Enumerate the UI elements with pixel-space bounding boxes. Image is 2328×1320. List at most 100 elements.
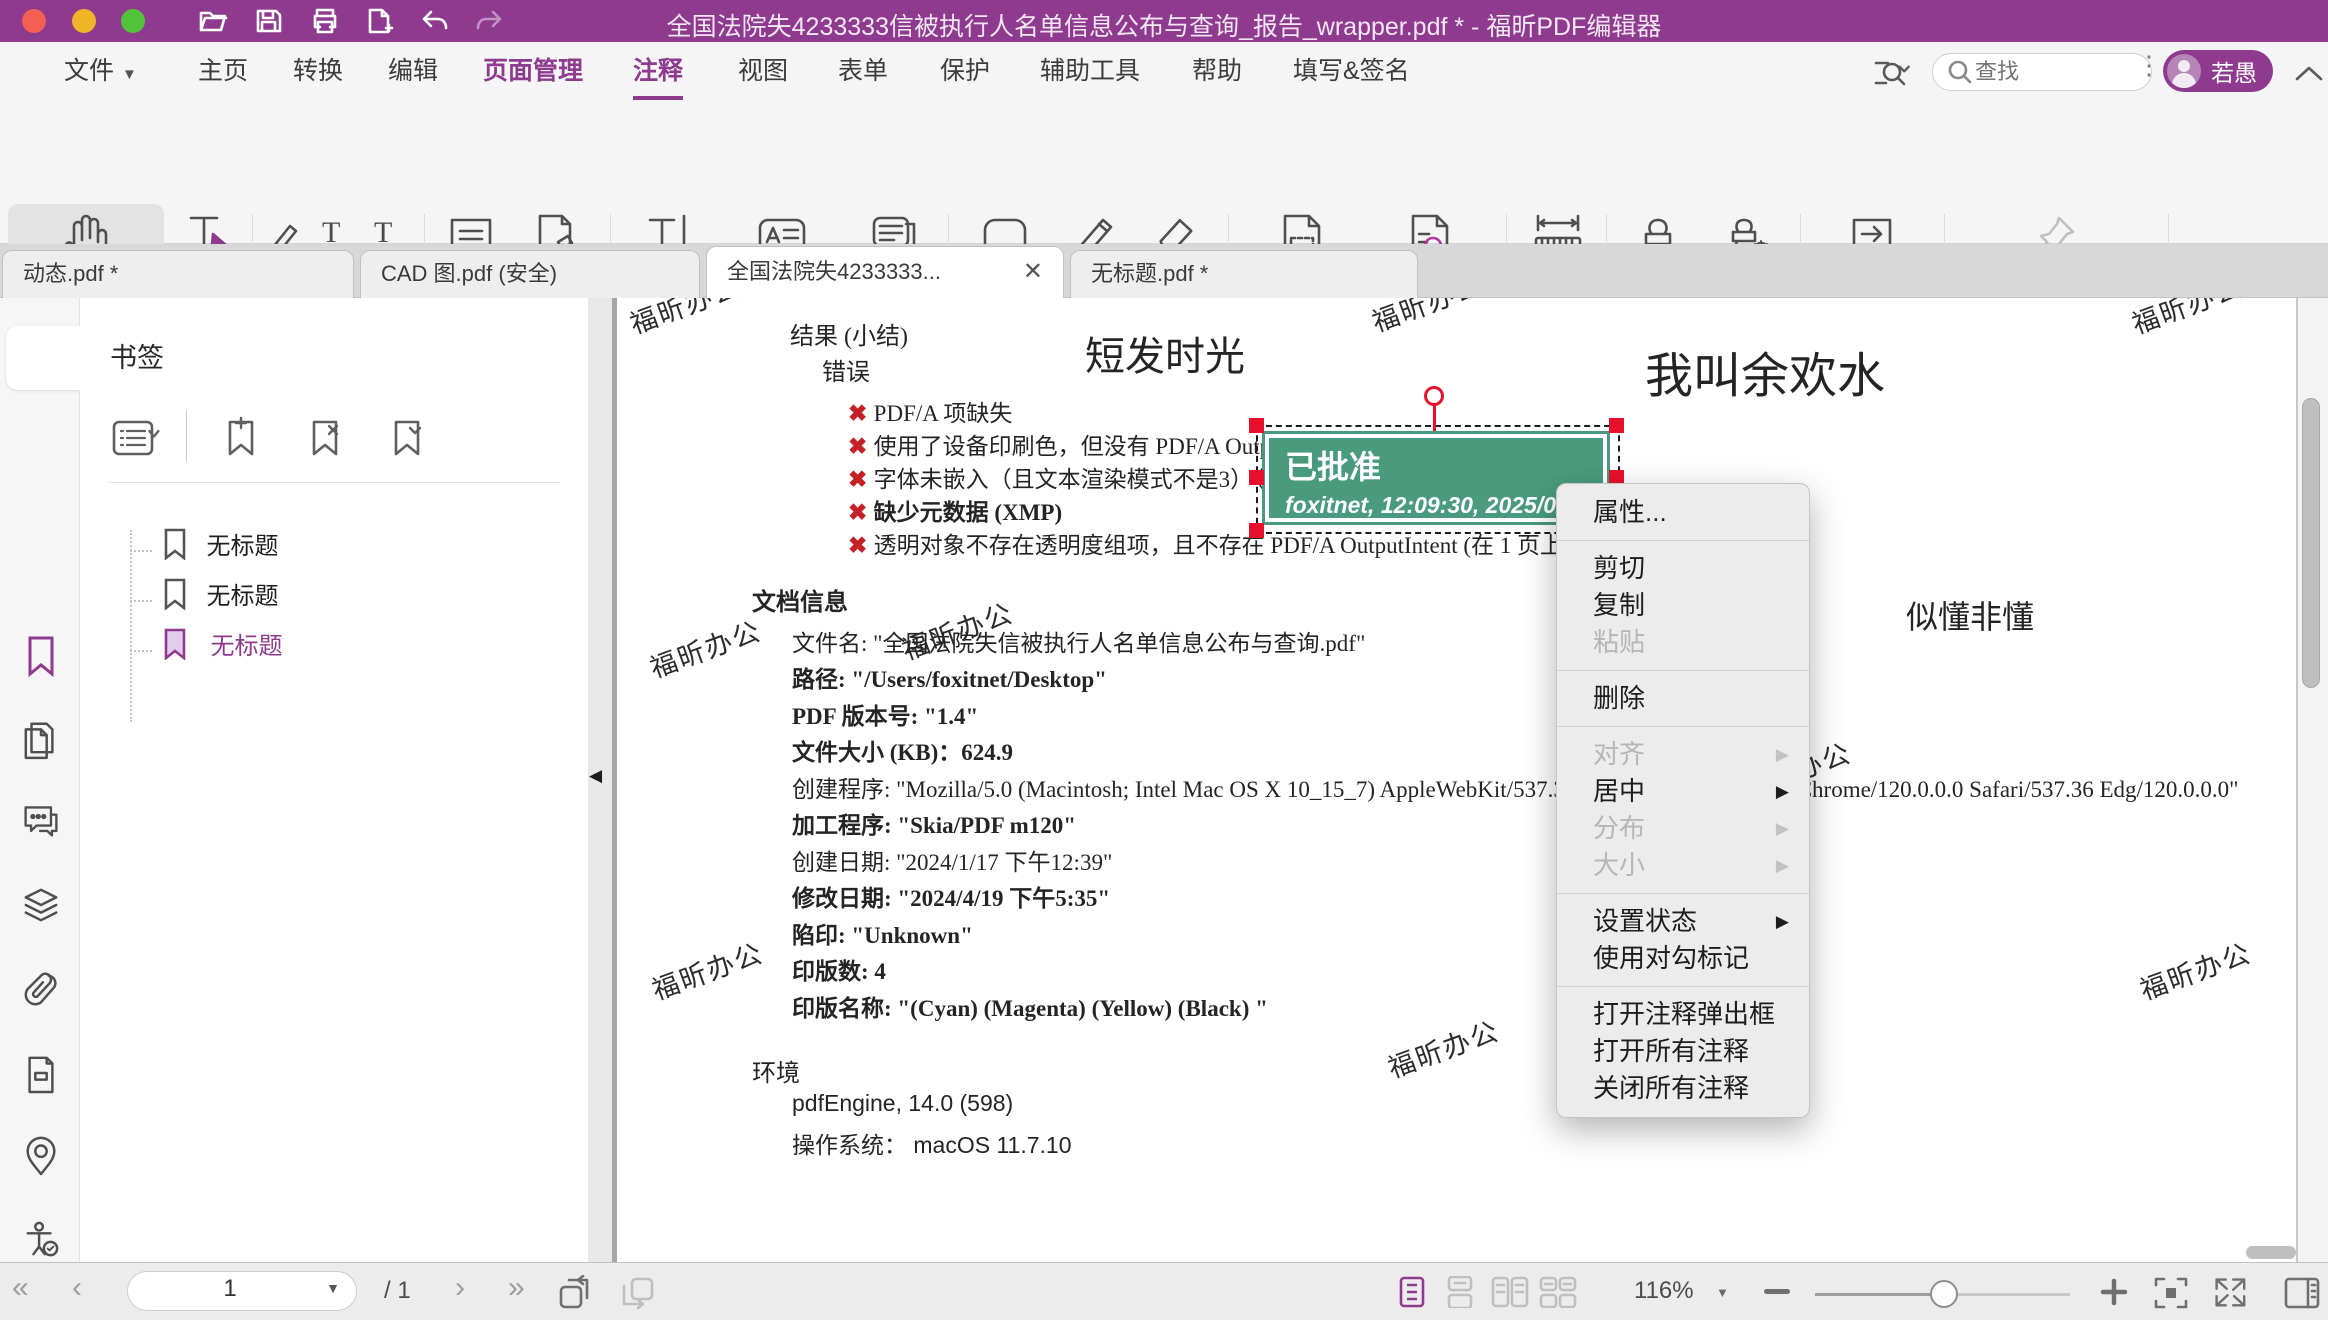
- page-thumbnails-panel-icon[interactable]: [22, 718, 60, 756]
- last-page-button[interactable]: »: [508, 1271, 525, 1305]
- zoom-in-button[interactable]: [2100, 1278, 2128, 1306]
- zoom-slider-track-right[interactable]: [1945, 1293, 2070, 1296]
- search-input[interactable]: [1973, 58, 2097, 86]
- bookmark-more-actions-icon[interactable]: [386, 416, 432, 460]
- menu-home[interactable]: 主页: [198, 42, 248, 100]
- previous-page-button[interactable]: ‹: [72, 1271, 82, 1305]
- layout-continuous-icon[interactable]: [1395, 1276, 1431, 1308]
- watermark: 福昕办公: [644, 609, 766, 685]
- tab-untitled-pdf[interactable]: 无标题.pdf *: [1070, 250, 1418, 298]
- selection-handle-tr[interactable]: [1609, 418, 1624, 433]
- menu-form[interactable]: 表单: [838, 42, 888, 100]
- menu-item-close-all-comments[interactable]: 关闭所有注释: [1557, 1070, 1809, 1107]
- doc-env-line: pdfEngine, 14.0 (598): [792, 1090, 1013, 1117]
- menu-file[interactable]: 文件▼: [64, 42, 137, 100]
- menu-fill-sign[interactable]: 填写&签名: [1293, 42, 1410, 100]
- comments-panel-icon[interactable]: [22, 802, 60, 840]
- doc-info-line: 文件名: "全国法院失信被执行人名单信息公布与查询.pdf": [792, 624, 1365, 658]
- layout-single-page-icon[interactable]: [1443, 1276, 1479, 1308]
- fit-page-icon[interactable]: [2152, 1275, 2190, 1311]
- page-number-box[interactable]: ▼: [127, 1271, 357, 1311]
- menu-item-properties[interactable]: 属性...: [1557, 494, 1809, 531]
- fullscreen-icon[interactable]: [2212, 1275, 2250, 1311]
- bookmarks-panel-title: 书签: [110, 336, 164, 375]
- zoom-slider-track-left[interactable]: [1815, 1293, 1945, 1296]
- error-x-icon: ✖: [848, 466, 874, 492]
- panel-toolbar-divider: [186, 410, 187, 462]
- close-tab-icon[interactable]: ✕: [1023, 247, 1043, 297]
- error-x-icon: ✖: [848, 433, 874, 459]
- tab-dongtai-pdf[interactable]: 动态.pdf *: [2, 250, 354, 298]
- layout-two-page-icon[interactable]: [1539, 1276, 1575, 1308]
- layers-panel-icon[interactable]: [22, 886, 60, 924]
- more-options-icon[interactable]: ⋮: [2136, 58, 2162, 72]
- add-bookmark-icon[interactable]: [220, 416, 266, 460]
- menu-comment-selected[interactable]: 注释: [633, 42, 683, 100]
- vertical-scrollbar[interactable]: [2302, 398, 2320, 688]
- fields-panel-icon[interactable]: [22, 1054, 60, 1092]
- horizontal-scrollbar[interactable]: [2246, 1246, 2296, 1259]
- page-total: / 1: [384, 1277, 411, 1305]
- next-view-icon[interactable]: [618, 1275, 658, 1311]
- chevron-down-icon: ▼: [326, 1280, 340, 1296]
- stamp-rotate-handle[interactable]: [1424, 386, 1444, 406]
- menu-item-center[interactable]: 居中▶: [1557, 773, 1809, 810]
- watermark: 福昕办公: [2134, 931, 2256, 1007]
- submenu-arrow-icon: ▶: [1776, 847, 1789, 884]
- delete-bookmark-icon[interactable]: [304, 416, 350, 460]
- doc-info-line: 路径: "/Users/foxitnet/Desktop": [792, 660, 1107, 694]
- search-box[interactable]: [1932, 53, 2152, 91]
- attachments-panel-icon[interactable]: [22, 970, 60, 1008]
- layout-two-page-continuous-icon[interactable]: [1491, 1276, 1527, 1308]
- menu-item-checkmark[interactable]: 使用对勾标记: [1557, 940, 1809, 977]
- toolbar: 手型工具 选择 ▼ T T T T˄ T˄ 备注 文件 打字机: [0, 100, 2328, 244]
- pdf-page[interactable]: 福昕办公 福昕办公 福昕办公 福昕办公 福昕办公 福昕办公 福昕办公 福昕办公 …: [617, 298, 2296, 1262]
- right-panel-toggle-icon[interactable]: [2282, 1275, 2322, 1311]
- watermark: 福昕办公: [646, 931, 768, 1007]
- menu-page-management[interactable]: 页面管理: [483, 42, 583, 100]
- document-tabstrip: 动态.pdf * CAD 图.pdf (安全) ✕ 全国法院失4233333..…: [0, 244, 2328, 298]
- menu-item-cut[interactable]: 剪切: [1557, 550, 1809, 587]
- menu-item-open-all-comments[interactable]: 打开所有注释: [1557, 1033, 1809, 1070]
- tree-guide: [130, 550, 152, 552]
- menu-help[interactable]: 帮助: [1192, 42, 1242, 100]
- menu-item-copy[interactable]: 复制: [1557, 587, 1809, 624]
- menu-accessibility-tools[interactable]: 辅助工具: [1040, 42, 1140, 100]
- menu-protect[interactable]: 保护: [940, 42, 990, 100]
- first-page-button[interactable]: «: [12, 1271, 29, 1305]
- tab-cad-pdf[interactable]: CAD 图.pdf (安全): [360, 250, 700, 298]
- selection-handle-ml[interactable]: [1249, 470, 1264, 485]
- bookmarks-panel-icon[interactable]: [22, 634, 60, 672]
- zoom-slider-thumb[interactable]: [1930, 1280, 1958, 1308]
- collapse-toolbar-icon[interactable]: [2294, 64, 2324, 82]
- menu-edit[interactable]: 编辑: [388, 42, 438, 100]
- menu-item-open-popup[interactable]: 打开注释弹出框: [1557, 996, 1809, 1033]
- accessibility-panel-icon[interactable]: [22, 1220, 60, 1258]
- menu-item-delete[interactable]: 删除: [1557, 680, 1809, 717]
- doc-info-line: 陷印: "Unknown": [792, 916, 973, 950]
- menu-view[interactable]: 视图: [738, 42, 788, 100]
- zoom-dropdown-icon[interactable]: ▼: [1716, 1285, 1729, 1300]
- tree-guide: [130, 600, 152, 602]
- zoom-out-button[interactable]: [1764, 1289, 1790, 1294]
- collapse-panel-handle[interactable]: ◀: [589, 766, 602, 786]
- user-account-button[interactable]: 若愚: [2163, 50, 2273, 92]
- menu-convert[interactable]: 转换: [293, 42, 343, 100]
- page-number-input[interactable]: [148, 1274, 312, 1304]
- find-options-icon[interactable]: [1874, 57, 1914, 87]
- navigation-icon-strip: [0, 298, 80, 1262]
- bookmark-item-selected[interactable]: 无标题: [162, 626, 282, 661]
- next-page-button[interactable]: ›: [455, 1271, 465, 1305]
- selection-handle-bl[interactable]: [1249, 523, 1264, 538]
- selection-handle-tl[interactable]: [1249, 418, 1264, 433]
- destinations-panel-icon[interactable]: [22, 1136, 60, 1174]
- bookmark-item[interactable]: 无标题: [162, 576, 278, 611]
- bookmark-item[interactable]: 无标题: [162, 526, 278, 561]
- titlebar: 全国法院失4233333信被执行人名单信息公布与查询_报告_wrapper.pd…: [0, 0, 2328, 42]
- tab-active-document[interactable]: ✕ 全国法院失4233333...: [706, 246, 1064, 298]
- previous-view-icon[interactable]: [557, 1275, 597, 1311]
- foxit-pdf-editor-window: 全国法院失4233333信被执行人名单信息公布与查询_报告_wrapper.pd…: [0, 0, 2328, 1320]
- menu-item-set-status[interactable]: 设置状态▶: [1557, 903, 1809, 940]
- zoom-level[interactable]: 116%: [1634, 1277, 1694, 1305]
- bookmark-options-menu-icon[interactable]: [112, 416, 158, 460]
